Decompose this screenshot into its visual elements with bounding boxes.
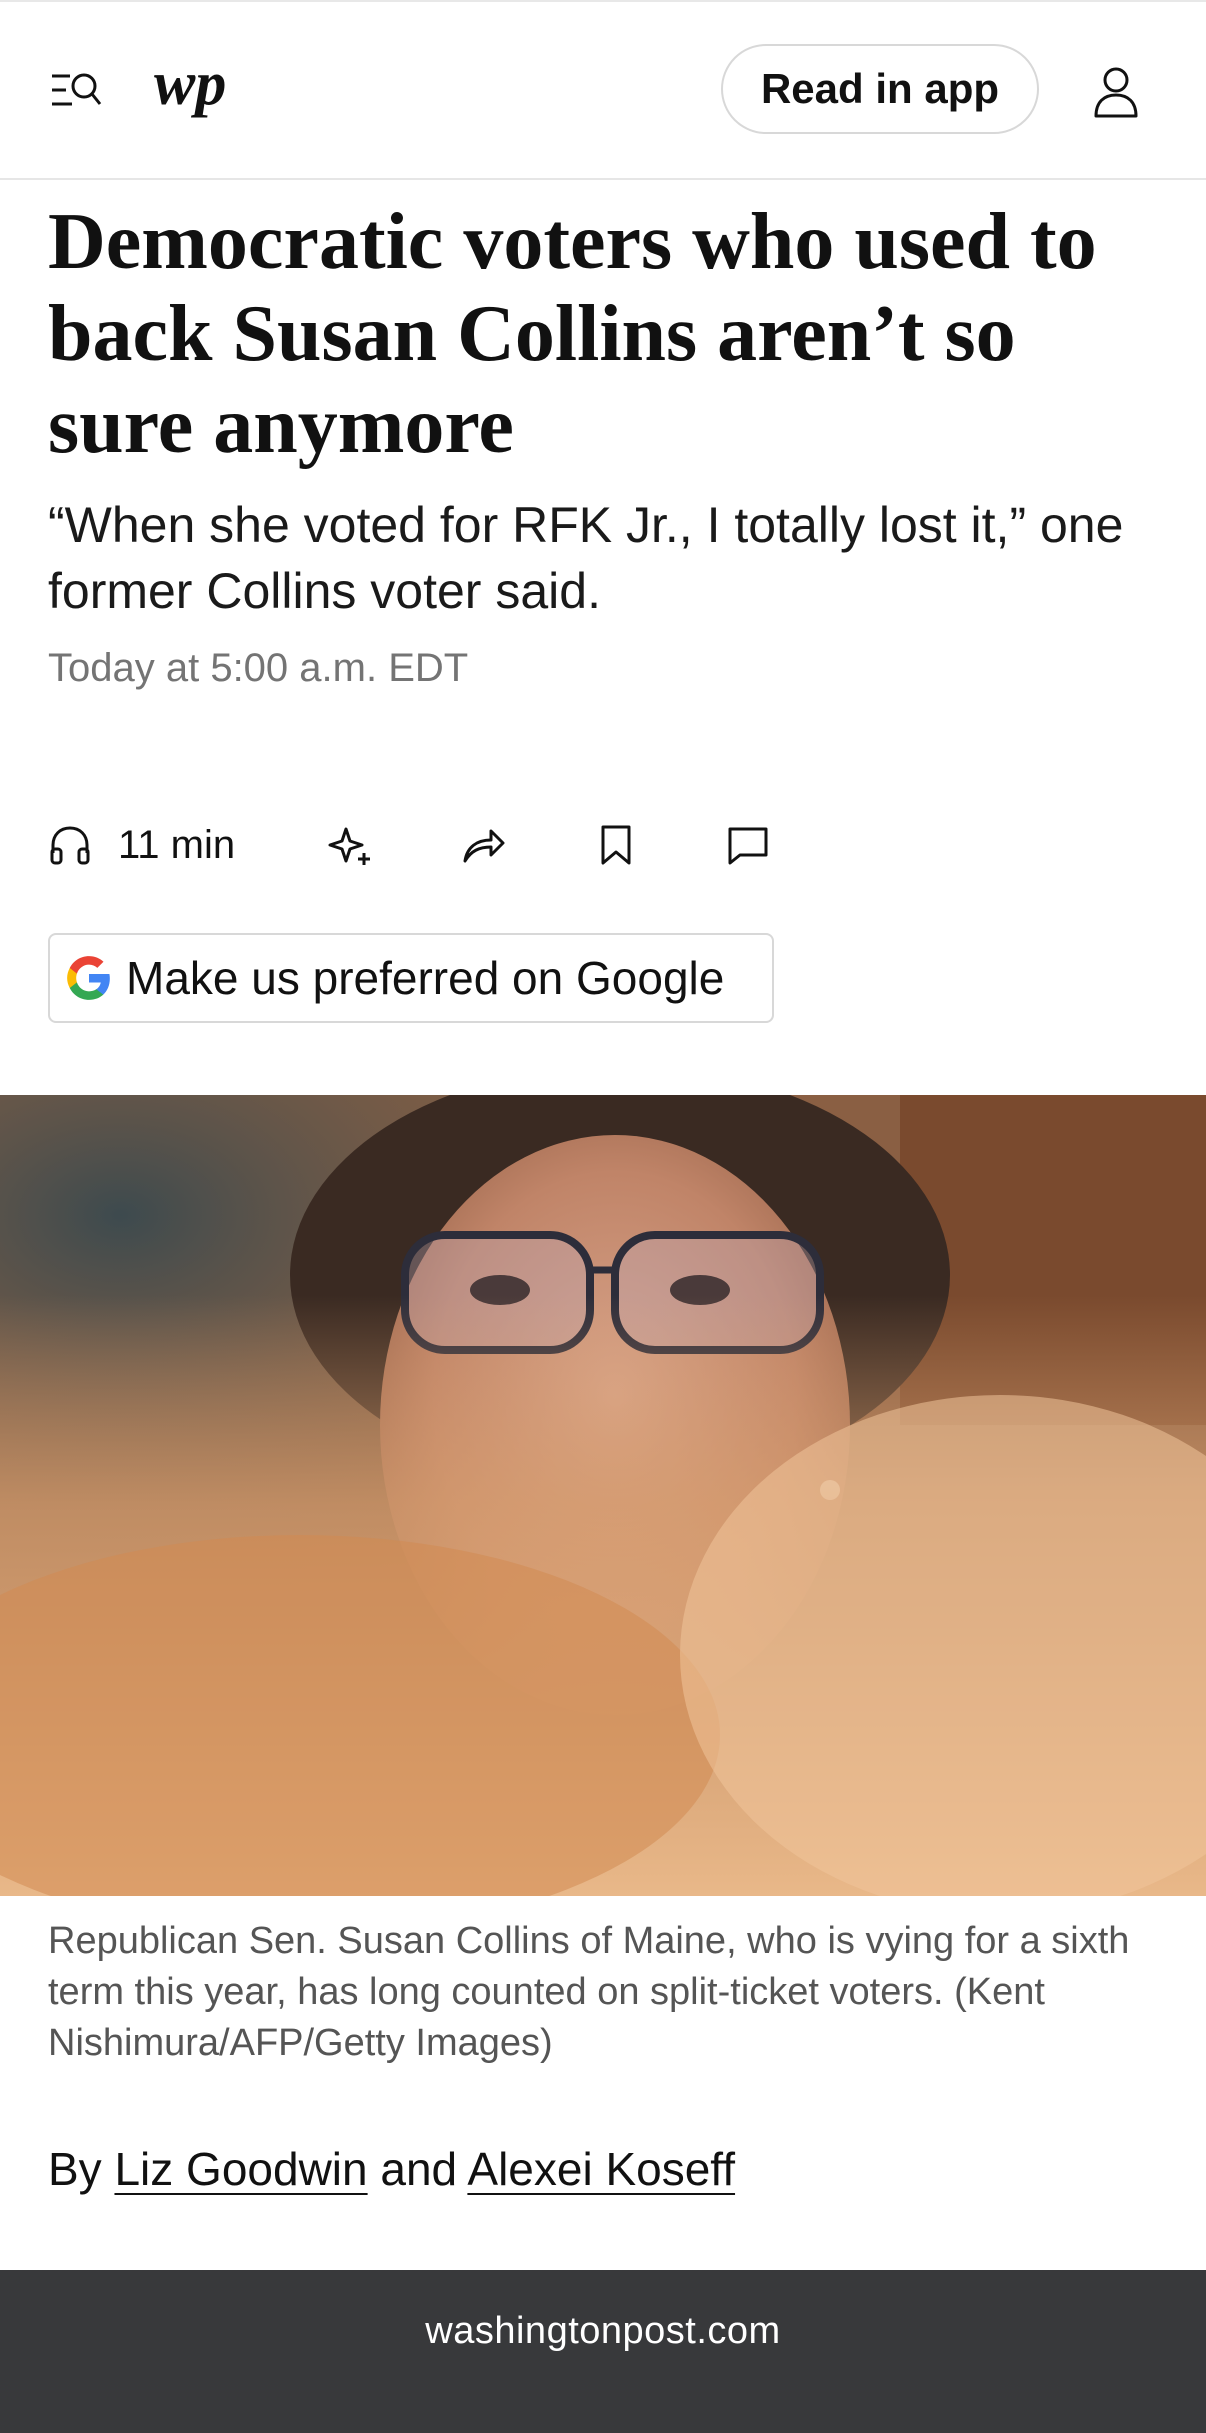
comment-icon bbox=[728, 827, 768, 865]
bookmark-icon bbox=[601, 825, 631, 865]
byline: By Liz Goodwin and Alexei Koseff bbox=[48, 2142, 735, 2196]
article-photo bbox=[0, 1095, 1206, 1896]
headphones-icon bbox=[50, 826, 90, 865]
photo-caption: Republican Sen. Susan Collins of Maine, … bbox=[48, 1920, 1130, 2064]
wp-logo[interactable]: wp bbox=[154, 50, 248, 132]
google-preferred-button[interactable]: Make us preferred on Google bbox=[48, 933, 774, 1023]
listen-duration: 11 min bbox=[118, 822, 236, 867]
byline-conjunction: and bbox=[380, 2143, 458, 2195]
ai-summary-button[interactable] bbox=[328, 823, 372, 867]
article-subhead: “When she voted for RFK Jr., I totally l… bbox=[48, 497, 1124, 619]
comments-button[interactable] bbox=[726, 823, 770, 867]
photo-illustration bbox=[0, 1095, 1206, 1896]
profile-button[interactable] bbox=[1088, 64, 1144, 120]
read-in-app-button[interactable]: Read in app bbox=[721, 44, 1039, 134]
wp-logo-icon: wp bbox=[154, 50, 226, 118]
menu-search-button[interactable] bbox=[50, 68, 104, 114]
site-header: wp Read in app bbox=[0, 2, 1206, 180]
user-icon bbox=[1094, 67, 1138, 118]
svg-text:wp: wp bbox=[154, 52, 226, 118]
article-timestamp: Today at 5:00 a.m. EDT bbox=[48, 646, 469, 690]
listen-button[interactable]: 11 min bbox=[48, 810, 235, 880]
author-link-2[interactable]: Alexei Koseff bbox=[467, 2143, 735, 2195]
google-g-icon bbox=[67, 956, 110, 1000]
google-preferred-label: Make us preferred on Google bbox=[126, 952, 725, 1004]
byline-prefix: By bbox=[48, 2143, 102, 2195]
share-icon bbox=[463, 829, 505, 863]
author-link-1[interactable]: Liz Goodwin bbox=[114, 2143, 367, 2195]
menu-search-icon bbox=[52, 73, 102, 106]
article-headline: Democratic voters who used to back Susan… bbox=[48, 198, 1097, 470]
bookmark-button[interactable] bbox=[594, 823, 638, 867]
browser-footer: washingtonpost.com bbox=[0, 2270, 1206, 2433]
sparkle-icon bbox=[328, 827, 370, 865]
article-actions: 11 min bbox=[0, 810, 1206, 880]
footer-url[interactable]: washingtonpost.com bbox=[0, 2310, 1206, 2353]
share-button[interactable] bbox=[461, 823, 505, 867]
